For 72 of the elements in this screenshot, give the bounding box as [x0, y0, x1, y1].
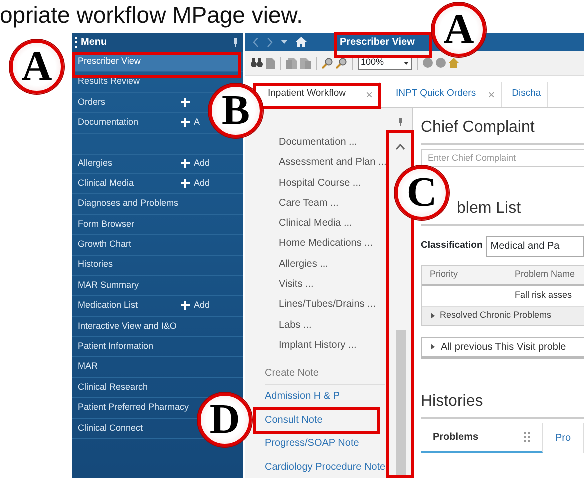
home-icon[interactable]: [296, 37, 307, 47]
section-link[interactable]: Clinical Media ...: [245, 214, 389, 234]
menu-item[interactable]: Results Review: [72, 72, 146, 92]
drag-handle-icon: [524, 432, 530, 442]
plus-icon[interactable]: [181, 118, 190, 128]
add-link[interactable]: Add: [194, 176, 210, 190]
plus-icon[interactable]: [181, 98, 190, 107]
menu-item[interactable]: Form Browser: [72, 214, 141, 234]
note-link[interactable]: Progress/SOAP Note: [265, 438, 360, 450]
classification-select[interactable]: Medical and Pa: [486, 236, 584, 257]
menu-item[interactable]: Clinical Research: [72, 378, 154, 398]
tab[interactable]: Pro: [543, 423, 584, 453]
menu-item[interactable]: MAR: [72, 357, 104, 377]
drag-handle-icon[interactable]: [75, 37, 77, 48]
section-link[interactable]: Allergies ...: [245, 254, 389, 276]
menu-item[interactable]: Clinical Connect: [72, 418, 150, 438]
scroll-up-icon[interactable]: [396, 144, 405, 150]
scrollbar-thumb[interactable]: [396, 330, 406, 478]
menu-item[interactable]: Orders: [72, 92, 181, 112]
menu-item[interactable]: Diagnoses and Problems: [72, 194, 185, 214]
menu-item[interactable]: Histories: [72, 256, 120, 275]
callout-marker: A: [432, 3, 486, 57]
plus-icon[interactable]: [181, 179, 190, 188]
menu-title: Menu: [81, 36, 108, 50]
section-link[interactable]: Implant History ...: [245, 336, 389, 356]
section-link[interactable]: Visits ...: [245, 275, 389, 296]
section-link[interactable]: Hospital Course ...: [245, 174, 389, 194]
column-header: Problem Name: [514, 268, 576, 282]
note-link[interactable]: Admission H & P: [265, 391, 340, 402]
dropdown-caret-icon: [404, 62, 409, 64]
section-link[interactable]: Assessment and Plan ...: [245, 153, 389, 174]
group-toggle[interactable]: Resolved Chronic Problems: [422, 306, 584, 325]
section-link[interactable]: Home Medications ...: [245, 234, 389, 255]
table-cell-text: Fall risk asses: [514, 289, 574, 302]
caption-text: opriate workflow MPage view.: [0, 1, 303, 30]
note-link[interactable]: Consult Note: [265, 414, 323, 426]
dropdown-caret-icon[interactable]: [281, 40, 288, 44]
field-label: Classification: [421, 239, 483, 254]
group-toggle[interactable]: All previous This Visit proble: [421, 337, 584, 357]
binoculars-icon[interactable]: [251, 58, 263, 68]
add-link[interactable]: A: [194, 116, 200, 130]
menu-item[interactable]: Interactive View and I&O: [72, 316, 183, 336]
note-link[interactable]: Cardiology Procedure Note: [265, 462, 386, 473]
add-link[interactable]: Add: [194, 299, 210, 313]
view-title: Prescriber View: [340, 36, 415, 50]
menu-item[interactable]: Clinical Media: [72, 174, 181, 194]
expand-triangle-icon: [430, 344, 436, 350]
section-link[interactable]: Labs ...: [245, 316, 389, 336]
column-header: Priority: [429, 268, 460, 282]
menu-item[interactable]: Medication List: [72, 296, 181, 316]
menu-item[interactable]: Growth Chart: [72, 235, 138, 255]
magnifier-icon[interactable]: [336, 58, 347, 68]
plus-icon[interactable]: [181, 301, 190, 310]
menu-item[interactable]: Allergies: [72, 154, 181, 173]
expand-triangle-icon: [430, 313, 436, 319]
input-field[interactable]: Enter Chief Complaint: [421, 149, 584, 167]
section-title: Chief Complaint: [421, 116, 584, 145]
pin-icon[interactable]: [233, 38, 238, 47]
magnifier-icon[interactable]: [322, 58, 333, 68]
menu-item[interactable]: Patient Preferred Pharmacy: [72, 398, 196, 418]
pin-icon[interactable]: [398, 118, 402, 126]
menu-item[interactable]: Patient Information: [72, 337, 160, 356]
section-link[interactable]: Lines/Tubes/Drains ...: [245, 295, 389, 316]
tab[interactable]: Problems: [421, 423, 544, 453]
add-link[interactable]: Add: [194, 157, 210, 170]
section-link[interactable]: Care Team ...: [245, 194, 389, 214]
section-heading: Create Note: [265, 364, 385, 386]
section-title: Histories: [421, 390, 584, 419]
callout-marker: A: [10, 40, 64, 94]
menu-item[interactable]: Documentation: [72, 113, 181, 133]
plus-icon[interactable]: [181, 159, 190, 168]
menu-item[interactable]: MAR Summary: [72, 276, 146, 296]
